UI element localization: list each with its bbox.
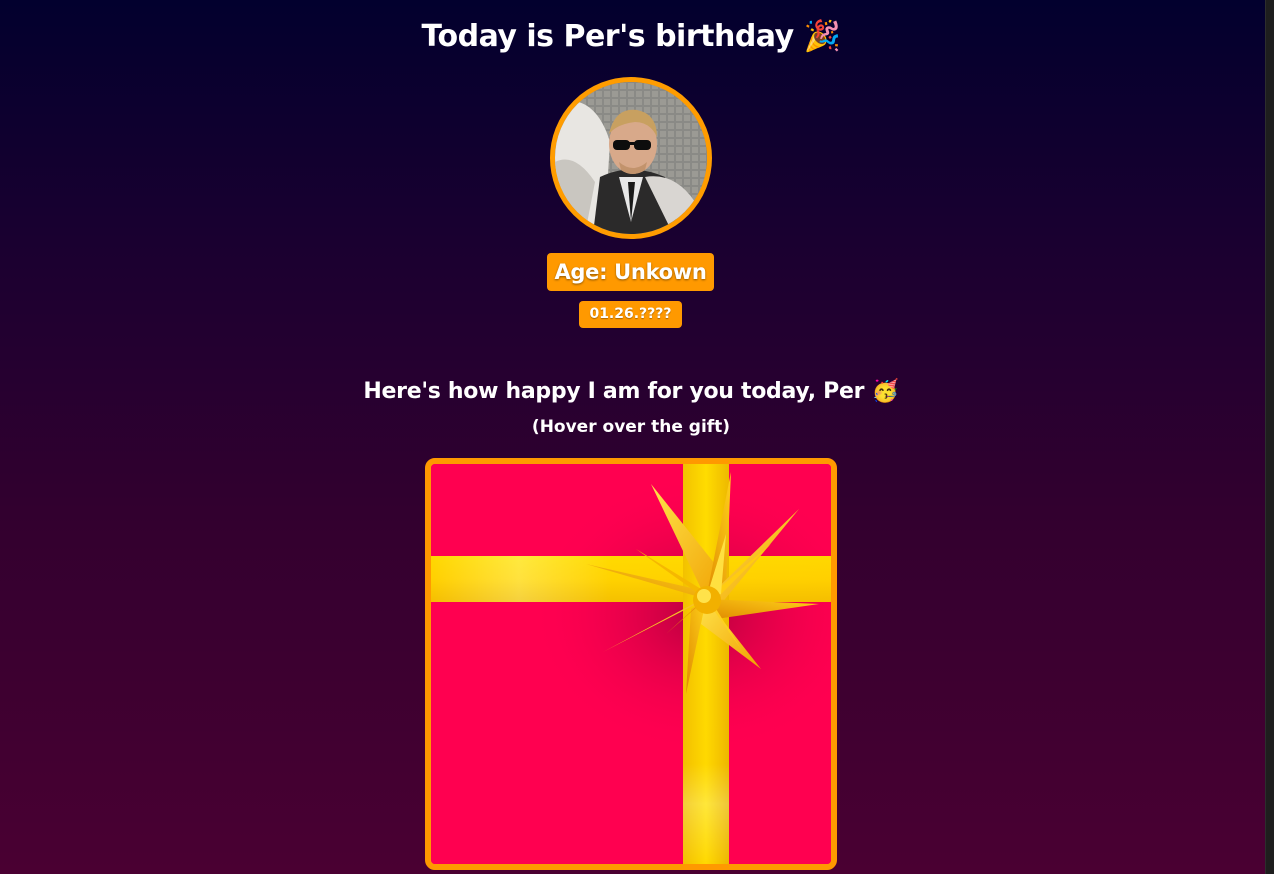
- avatar-photo: [555, 82, 707, 234]
- age-badge: Age: Unkown: [547, 253, 714, 291]
- avatar: [550, 77, 712, 239]
- gift-box[interactable]: [425, 458, 837, 870]
- party-popper-icon: 🎉: [803, 19, 841, 54]
- page-title-text: Today is Per's birthday: [421, 19, 795, 54]
- happy-message-text: Here's how happy I am for you today, Per: [363, 379, 865, 404]
- partying-face-icon: 🥳: [871, 379, 899, 404]
- birthdate-badge: 01.26.????: [579, 301, 682, 328]
- page-title: Today is Per's birthday 🎉: [0, 17, 1262, 57]
- window-edge: [1265, 0, 1274, 874]
- birthday-page: Today is Per's birthday 🎉 Age: Unkown 01…: [0, 0, 1266, 874]
- happy-message: Here's how happy I am for you today, Per…: [0, 376, 1262, 408]
- hover-hint: (Hover over the gift): [531, 417, 731, 437]
- gift-box-icon: [431, 464, 831, 864]
